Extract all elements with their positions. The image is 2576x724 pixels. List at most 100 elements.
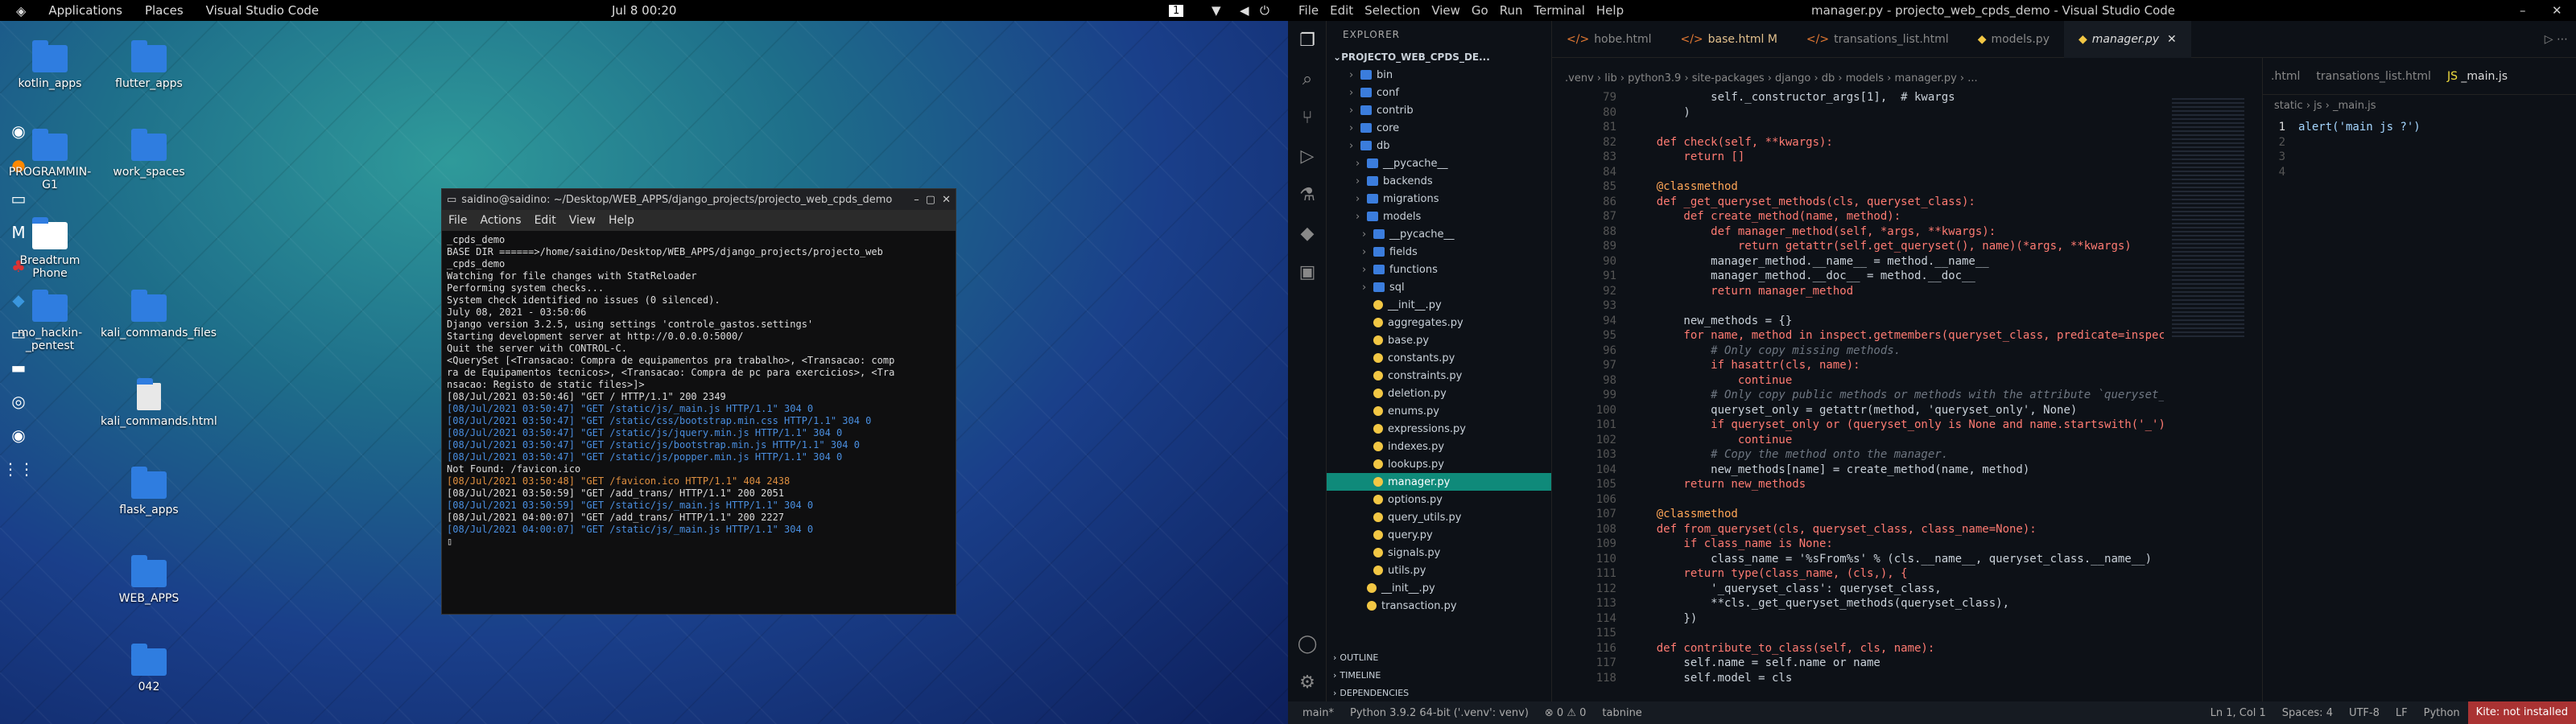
tree-item[interactable]: aggregates.py xyxy=(1327,314,1551,331)
code-editor[interactable]: 79 self._constructor_args[1], # kwargs 80… xyxy=(1552,90,2164,701)
settings-icon[interactable]: ◎ xyxy=(5,388,32,415)
remote-explorer-icon[interactable]: ▣ xyxy=(1288,253,1327,291)
search-icon[interactable]: ⌕ xyxy=(1288,60,1327,98)
python-interpreter[interactable]: Python 3.9.2 64-bit ('.venv': venv) xyxy=(1342,707,1537,719)
app-grid-icon[interactable]: ⋮⋮ xyxy=(2,455,35,483)
minimize-icon[interactable]: – xyxy=(914,194,919,206)
tree-item[interactable]: › __pycache__ xyxy=(1327,225,1551,243)
desktop-icon[interactable]: kali_commands_files xyxy=(101,290,217,339)
menu-view[interactable]: View xyxy=(563,214,602,227)
tab-manager[interactable]: ◆ manager.py ✕ xyxy=(2063,21,2191,58)
desktop-icon[interactable]: mo_hackin-_pentest xyxy=(2,290,98,352)
tree-item[interactable]: query_utils.py xyxy=(1327,508,1551,526)
source-control-icon[interactable]: ⑂ xyxy=(1288,98,1327,137)
account-icon[interactable]: ◯ xyxy=(1288,624,1327,663)
tab-transations-list-right[interactable]: transations_list.html xyxy=(2308,70,2439,83)
applications-menu[interactable]: Applications xyxy=(42,3,129,18)
tree-item[interactable]: base.py xyxy=(1327,331,1551,349)
right-breadcrumb[interactable]: static › js › _main.js xyxy=(2263,95,2576,117)
tree-item[interactable]: › models xyxy=(1327,208,1551,225)
language-mode[interactable]: Python xyxy=(2416,707,2468,719)
tree-item[interactable]: transaction.py xyxy=(1327,597,1551,615)
menu-terminal[interactable]: Terminal xyxy=(1529,3,1591,18)
desktop-icon[interactable]: PROGRAMMIN-G1 xyxy=(2,129,98,191)
tree-item[interactable]: › conf xyxy=(1327,84,1551,101)
tree-item[interactable]: utils.py xyxy=(1327,562,1551,579)
breadcrumb[interactable]: .venv › lib › python3.9 › site-packages … xyxy=(1552,72,1978,90)
right-code[interactable]: 1 alert('main js ?') 2 3 4 xyxy=(2263,117,2576,179)
menu-run[interactable]: Run xyxy=(1494,3,1529,18)
tree-item[interactable]: deletion.py xyxy=(1327,385,1551,402)
tree-item[interactable]: enums.py xyxy=(1327,402,1551,420)
power-icon[interactable]: ⏻ xyxy=(1260,3,1269,18)
tree-item[interactable]: › backends xyxy=(1327,172,1551,190)
tab-hobe[interactable]: </> hobe.html xyxy=(1552,21,1666,58)
minimap[interactable] xyxy=(2164,90,2252,701)
menu-view[interactable]: View xyxy=(1426,3,1466,18)
network-icon[interactable]: ▼ xyxy=(1212,3,1221,18)
menu-edit[interactable]: Edit xyxy=(528,214,563,227)
kali-menu-icon[interactable]: ◈ xyxy=(10,3,32,19)
tree-item[interactable]: › contrib xyxy=(1327,101,1551,119)
screenshot-icon[interactable]: ◉ xyxy=(5,422,32,449)
eol[interactable]: LF xyxy=(2388,707,2416,719)
desktop-icon[interactable]: flutter_apps xyxy=(101,40,197,90)
tree-item[interactable]: __init__.py xyxy=(1327,579,1551,597)
encoding[interactable]: UTF-8 xyxy=(2341,707,2388,719)
branch-status[interactable]: main* xyxy=(1294,707,1342,719)
dependencies-panel[interactable]: › DEPENDENCIES xyxy=(1327,684,1551,701)
cursor-position[interactable]: Ln 1, Col 1 xyxy=(2202,707,2274,719)
terminal-output[interactable]: _cpds_demo BASE DIR ======>/home/saidino/… xyxy=(442,231,956,614)
tab-models[interactable]: ◆ models.py xyxy=(1963,21,2064,58)
clock[interactable]: Jul 8 00:20 xyxy=(612,3,676,18)
tree-item[interactable]: lookups.py xyxy=(1327,455,1551,473)
menu-edit[interactable]: Edit xyxy=(1324,3,1359,18)
workspace-indicator[interactable]: 1 xyxy=(1169,4,1184,17)
tree-item[interactable]: manager.py xyxy=(1327,473,1551,491)
tree-item[interactable]: › migrations xyxy=(1327,190,1551,208)
close-icon[interactable]: ✕ xyxy=(2167,33,2177,46)
tab-html[interactable]: .html xyxy=(2263,70,2308,83)
indentation[interactable]: Spaces: 4 xyxy=(2274,707,2341,719)
tab-transations-list[interactable]: </> transations_list.html xyxy=(1792,21,1963,58)
menu-actions[interactable]: Actions xyxy=(473,214,527,227)
terminal-titlebar[interactable]: ▭ saidino@saidino: ~/Desktop/WEB_APPS/dj… xyxy=(442,189,956,210)
tree-item[interactable]: › sql xyxy=(1327,278,1551,296)
desktop-icon[interactable]: Breadtrum Phone xyxy=(2,217,98,280)
menu-help[interactable]: Help xyxy=(1591,3,1629,18)
gear-icon[interactable]: ⚙ xyxy=(1288,663,1327,701)
maximize-icon[interactable]: ▢ xyxy=(926,194,935,206)
tree-item[interactable]: __init__.py xyxy=(1327,296,1551,314)
desktop-icon[interactable]: kotlin_apps xyxy=(2,40,98,90)
desktop-icon[interactable]: WEB_APPS xyxy=(101,555,197,605)
tree-item[interactable]: › db xyxy=(1327,137,1551,154)
menu-go[interactable]: Go xyxy=(1466,3,1494,18)
tree-item[interactable]: constants.py xyxy=(1327,349,1551,367)
desktop-icon[interactable]: kali_commands.html xyxy=(101,378,217,428)
tree-item[interactable]: options.py xyxy=(1327,491,1551,508)
tree-item[interactable]: query.py xyxy=(1327,526,1551,544)
menu-help[interactable]: Help xyxy=(602,214,641,227)
volume-icon[interactable]: ◀ xyxy=(1240,3,1249,18)
explorer-icon[interactable]: ❐ xyxy=(1288,21,1327,60)
minimize-icon[interactable]: – xyxy=(2520,3,2526,18)
desktop-icon[interactable]: 042 xyxy=(101,644,197,693)
editor-actions[interactable]: ▷ ⋯ xyxy=(2537,21,2576,58)
tree-item[interactable]: indexes.py xyxy=(1327,438,1551,455)
folder-icon[interactable]: ▬ xyxy=(5,354,32,381)
tree-item[interactable]: › __pycache__ xyxy=(1327,154,1551,172)
desktop-icon[interactable]: work_spaces xyxy=(101,129,197,179)
tree-item[interactable]: › fields xyxy=(1327,243,1551,261)
active-app-label[interactable]: Visual Studio Code xyxy=(200,3,326,18)
project-root[interactable]: ⌄ PROJECTO_WEB_CPDS_DE... xyxy=(1327,48,1551,66)
tabnine-status[interactable]: tabnine xyxy=(1594,707,1649,719)
menu-file[interactable]: File xyxy=(442,214,473,227)
python-icon[interactable]: ◆ xyxy=(1288,214,1327,253)
problems-status[interactable]: ⊗ 0 ⚠ 0 xyxy=(1537,707,1595,719)
run-debug-icon[interactable]: ▷ xyxy=(1288,137,1327,175)
tree-item[interactable]: › bin xyxy=(1327,66,1551,84)
places-menu[interactable]: Places xyxy=(138,3,190,18)
menu-selection[interactable]: Selection xyxy=(1359,3,1426,18)
tab-main-js[interactable]: JS _main.js xyxy=(2439,70,2516,83)
tree-item[interactable]: expressions.py xyxy=(1327,420,1551,438)
